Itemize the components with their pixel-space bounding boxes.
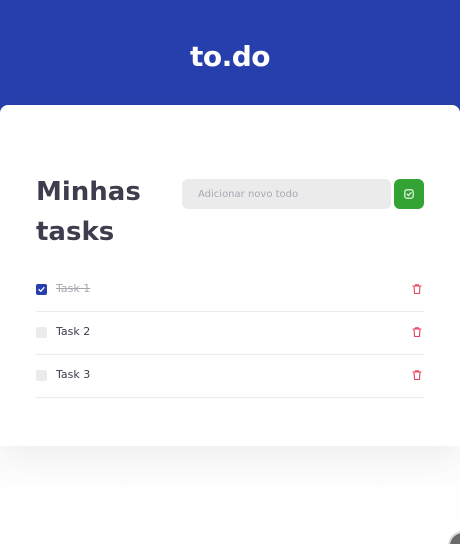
trash-icon (410, 370, 424, 385)
task-item: Task 3 (36, 355, 424, 398)
task-item: Task 1 (36, 269, 424, 312)
task-checkbox[interactable] (36, 327, 47, 338)
trash-icon (410, 284, 424, 299)
delete-task-button[interactable] (410, 325, 424, 339)
floating-circle-button[interactable] (448, 531, 460, 544)
task-label: Task 3 (56, 368, 91, 381)
delete-task-button[interactable] (410, 368, 424, 382)
checkmark-icon (38, 286, 45, 292)
delete-task-button[interactable] (410, 282, 424, 296)
check-square-icon (404, 189, 414, 199)
app-header: to.do (0, 0, 460, 120)
app-root: to.do Minhas tasks Task 1 (0, 0, 460, 544)
add-todo-button[interactable] (394, 179, 424, 209)
trash-icon (410, 327, 424, 342)
app-logo: to.do (189, 40, 271, 73)
task-label: Task 1 (56, 282, 91, 295)
task-list: Task 1 Task 2 Task 3 (36, 269, 424, 398)
task-item: Task 2 (36, 312, 424, 355)
page-title: Minhas tasks (36, 177, 141, 248)
task-checkbox[interactable] (36, 370, 47, 381)
task-label: Task 2 (56, 325, 91, 338)
task-checkbox[interactable] (36, 284, 47, 295)
new-todo-input[interactable] (182, 179, 391, 209)
task-card: Minhas tasks Task 1 (0, 105, 460, 446)
